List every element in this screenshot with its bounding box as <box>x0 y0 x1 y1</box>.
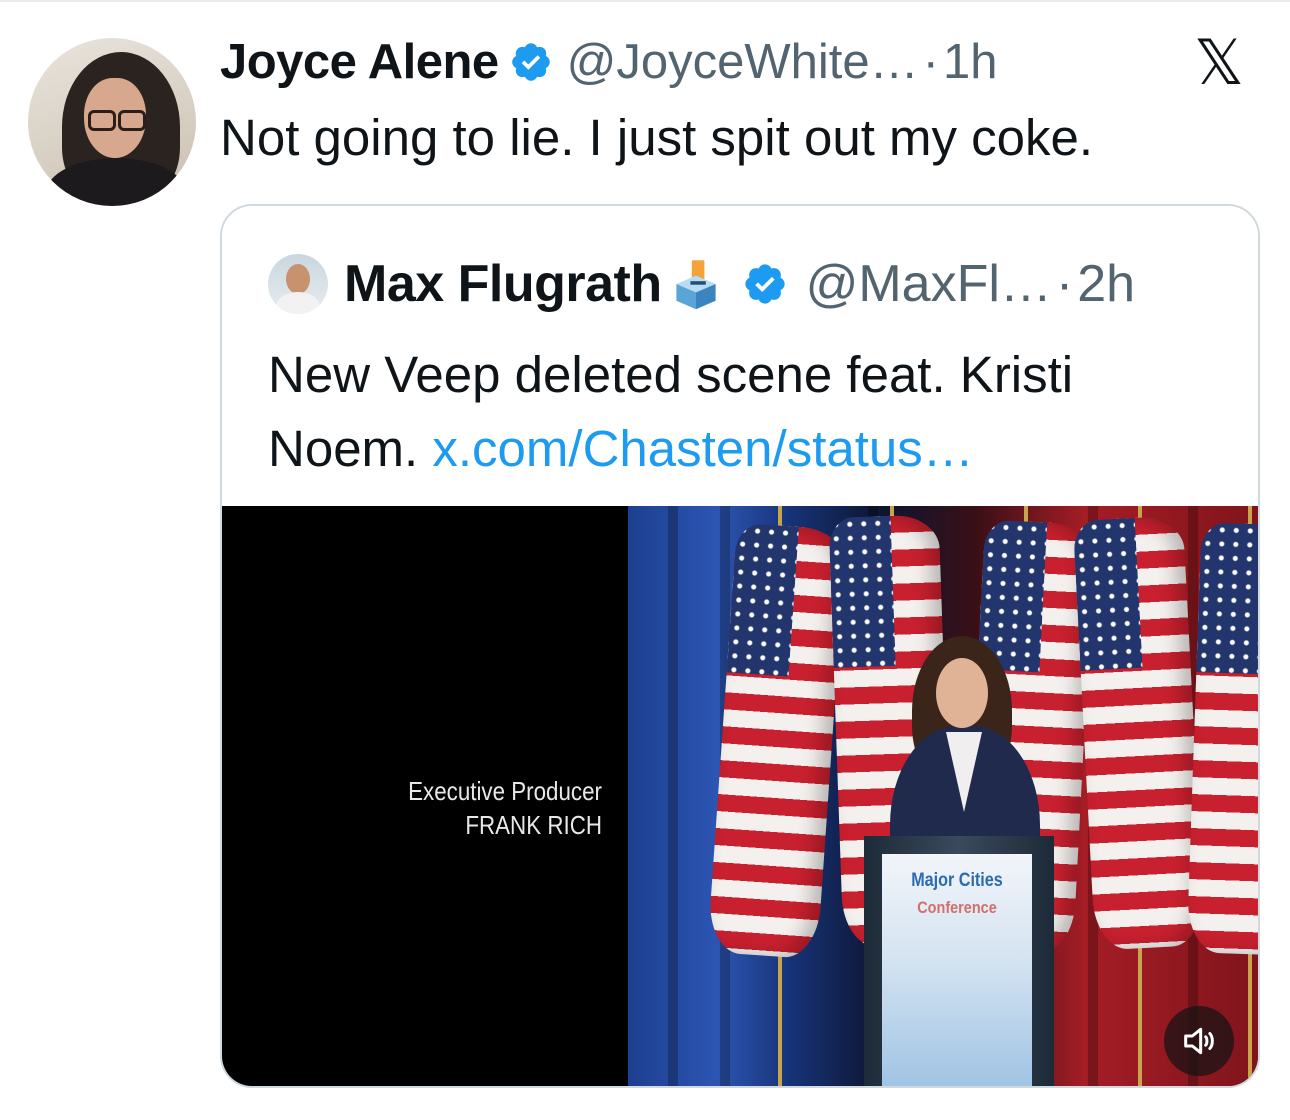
quoted-author-handle[interactable]: @MaxFl… <box>806 254 1052 314</box>
quoted-avatar[interactable] <box>268 254 328 314</box>
timestamp[interactable]: 1h <box>943 34 998 90</box>
video-frame-stage: Major Cities Conference <box>628 506 1258 1086</box>
quoted-separator-dot: · <box>1055 255 1074 313</box>
quoted-timestamp[interactable]: 2h <box>1077 254 1135 314</box>
quoted-verified-badge-icon <box>744 264 785 304</box>
podium-sign: Major Cities Conference <box>882 854 1032 1086</box>
quoted-tweet-link[interactable]: x.com/Chasten/status… <box>432 420 973 477</box>
quoted-tweet-text: New Veep deleted scene feat. Kristi Noem… <box>268 338 1218 486</box>
flag <box>1072 515 1206 951</box>
podium-sign-line-1: Major Cities <box>911 870 1003 891</box>
author-name[interactable]: Joyce Alene <box>220 34 499 90</box>
credits-line-2: FRANK RICH <box>465 810 602 840</box>
separator-dot: · <box>922 35 939 89</box>
tweet-header: Joyce Alene @JoyceWhite… · 1h <box>220 34 998 90</box>
credits-line-1: Executive Producer <box>408 776 602 806</box>
quoted-author-name[interactable]: Max Flugrath <box>344 254 662 314</box>
video-credits: Executive Producer FRANK RICH <box>222 774 602 842</box>
avatar[interactable] <box>28 38 196 206</box>
quoted-tweet-card[interactable]: Max Flugrath @MaxFl… · 2h New Veep delet… <box>220 204 1260 1088</box>
tweet-text: Not going to lie. I just spit out my cok… <box>220 109 1094 166</box>
verified-badge-icon <box>511 43 550 81</box>
quoted-tweet-header: Max Flugrath @MaxFl… · 2h <box>268 254 1135 314</box>
video-player[interactable]: Executive Producer FRANK RICH Major Citi… <box>222 506 1258 1086</box>
author-handle[interactable]: @JoyceWhite… <box>567 34 919 90</box>
podium-sign-line-2: Conference <box>917 898 997 917</box>
x-logo-icon[interactable]: 𝕏 <box>1180 26 1258 99</box>
ballot-box-icon <box>675 260 716 310</box>
volume-icon[interactable] <box>1164 1006 1234 1076</box>
top-divider <box>0 0 1290 2</box>
